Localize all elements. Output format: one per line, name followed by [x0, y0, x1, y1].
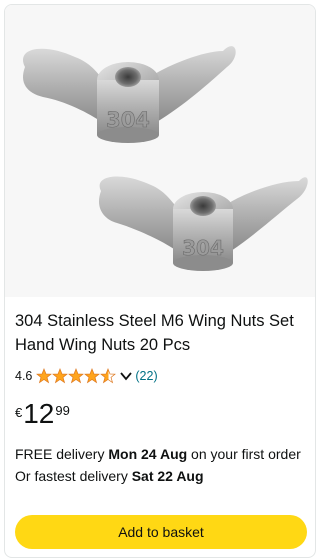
wing-nut-2: 304 — [98, 176, 308, 271]
chevron-down-icon[interactable] — [120, 371, 133, 381]
price-whole: 12 — [23, 398, 55, 429]
product-title[interactable]: 304 Stainless Steel M6 Wing Nuts Set Han… — [15, 309, 307, 357]
fastest-delivery-prefix: Or fastest delivery — [15, 468, 132, 484]
star-icon — [100, 368, 117, 384]
wing-nut-1: 304 — [23, 46, 236, 143]
star-icon — [68, 368, 85, 384]
price-fraction: 99 — [55, 403, 70, 418]
free-delivery-suffix: on your first order — [187, 446, 301, 462]
fastest-delivery-date: Sat 22 Aug — [131, 468, 204, 484]
star-icon — [52, 368, 69, 384]
rating-row: 4.6 (22) — [15, 367, 158, 385]
rating-value: 4.6 — [15, 369, 33, 383]
rating-count-link[interactable]: (22) — [135, 369, 157, 383]
free-delivery-prefix: FREE delivery — [15, 446, 109, 462]
add-to-basket-button[interactable]: Add to basket — [15, 515, 307, 549]
fastest-delivery-line: Or fastest delivery Sat 22 Aug — [15, 465, 307, 487]
engraved-label: 304 — [106, 108, 150, 132]
free-delivery-date: Mon 24 Aug — [108, 446, 188, 462]
star-icon — [36, 368, 53, 384]
star-icon — [84, 368, 101, 384]
engraved-label: 304 — [182, 236, 224, 260]
product-image[interactable]: 304 304 — [5, 5, 315, 297]
star-rating[interactable] — [36, 368, 118, 384]
delivery-info: FREE delivery Mon 24 Aug on your first o… — [15, 443, 307, 487]
product-card: 304 304 304 Stainless Steel M6 Wing Nuts… — [4, 4, 316, 558]
price-currency: € — [15, 405, 23, 420]
price: € 12 99 — [15, 399, 70, 429]
free-delivery-line: FREE delivery Mon 24 Aug on your first o… — [15, 443, 307, 465]
